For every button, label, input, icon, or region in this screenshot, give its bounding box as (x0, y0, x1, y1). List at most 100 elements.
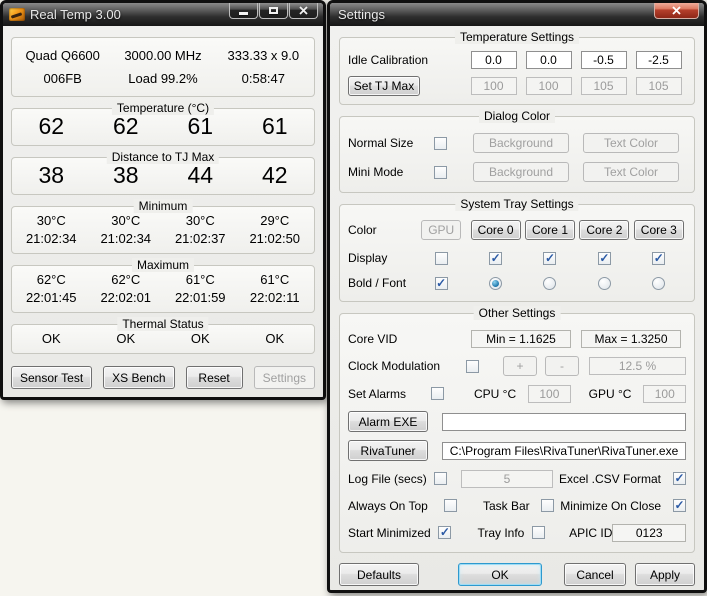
realtemp-app-icon (9, 8, 25, 21)
core2-color-button[interactable]: Core 2 (579, 220, 629, 240)
fsb-multiplier: 333.33 x 9.0 (217, 48, 310, 63)
core0-color-button[interactable]: Core 0 (471, 220, 521, 240)
core3-thermal-status: OK (238, 331, 313, 346)
thermal-status-panel: Thermal Status OK OK OK OK (11, 324, 315, 354)
font-core1-radio[interactable] (543, 277, 556, 290)
normal-size-label: Normal Size (348, 136, 414, 150)
set-alarms-checkbox[interactable] (431, 387, 444, 400)
idle-calibration-core3-input[interactable] (636, 51, 682, 69)
minimize-button[interactable] (229, 2, 258, 19)
rivatuner-button[interactable]: RivaTuner (348, 440, 428, 461)
minimum-panel: Minimum 30°C 30°C 30°C 29°C 21:02:34 21:… (11, 206, 315, 254)
cpu-load: Load 99.2% (109, 71, 216, 86)
core3-color-button[interactable]: Core 3 (634, 220, 684, 240)
dialog-color-group: Dialog Color Normal Size Background Text… (339, 116, 695, 193)
display-core1-checkbox[interactable] (543, 252, 556, 265)
bold-font-label: Bold / Font (348, 276, 414, 290)
maximize-button[interactable] (259, 2, 288, 19)
bold-font-checkbox[interactable] (435, 277, 448, 290)
defaults-button[interactable]: Defaults (339, 563, 419, 586)
always-on-top-checkbox[interactable] (444, 499, 457, 512)
realtemp-window-title: Real Temp 3.00 (30, 7, 121, 22)
minimize-on-close-checkbox[interactable] (673, 499, 686, 512)
realtemp-window-controls (228, 2, 318, 19)
rivatuner-path-input[interactable] (442, 442, 686, 460)
display-core3-checkbox[interactable] (652, 252, 665, 265)
apic-id-value: 0123 (612, 524, 686, 542)
start-minimized-checkbox[interactable] (438, 526, 451, 539)
settings-window-title: Settings (338, 7, 385, 22)
idle-calibration-core0-input[interactable] (471, 51, 517, 69)
display-gpu-checkbox[interactable] (435, 252, 448, 265)
temperature-panel: Temperature (°C) 62 62 61 61 (11, 108, 315, 146)
tj-max-core3-value: 105 (636, 77, 682, 95)
minimize-icon (239, 12, 248, 15)
display-core2-checkbox[interactable] (598, 252, 611, 265)
minimize-on-close-label: Minimize On Close (560, 499, 661, 513)
set-alarms-label: Set Alarms (348, 387, 431, 401)
idle-calibration-label: Idle Calibration (348, 53, 466, 67)
core1-max-temp: 62°C (89, 272, 164, 287)
settings-titlebar[interactable]: Settings (330, 3, 704, 26)
tray-info-checkbox[interactable] (532, 526, 545, 539)
always-on-top-label: Always On Top (348, 499, 444, 513)
temperature-settings-legend: Temperature Settings (455, 30, 579, 44)
core-vid-label: Core VID (348, 332, 466, 346)
core0-thermal-status: OK (14, 331, 89, 346)
temperature-settings-group: Temperature Settings Idle Calibration Se… (339, 37, 695, 105)
core1-color-button[interactable]: Core 1 (525, 220, 575, 240)
normal-background-button: Background (473, 133, 569, 153)
sensor-test-button[interactable]: Sensor Test (11, 366, 92, 389)
csv-format-label: Excel .CSV Format (559, 472, 661, 486)
core0-max-temp: 62°C (14, 272, 89, 287)
ok-button[interactable]: OK (458, 563, 542, 586)
idle-calibration-core2-input[interactable] (581, 51, 627, 69)
core0-temperature: 62 (14, 113, 89, 140)
csv-format-checkbox[interactable] (673, 472, 686, 485)
maximize-icon (269, 7, 278, 14)
maximum-panel: Maximum 62°C 62°C 61°C 61°C 22:01:45 22:… (11, 265, 315, 313)
settings-close-button[interactable] (654, 2, 699, 19)
realtemp-titlebar[interactable]: Real Temp 3.00 (3, 3, 323, 26)
reset-button[interactable]: Reset (186, 366, 243, 389)
font-core3-radio[interactable] (652, 277, 665, 290)
tj-max-core2-value: 105 (581, 77, 627, 95)
mini-background-button: Background (473, 162, 569, 182)
set-tj-max-button[interactable]: Set TJ Max (348, 76, 420, 96)
close-button[interactable] (289, 2, 318, 19)
alarm-exe-button[interactable]: Alarm EXE (348, 411, 428, 432)
idle-calibration-core1-input[interactable] (526, 51, 572, 69)
xs-bench-button[interactable]: XS Bench (103, 366, 174, 389)
core-vid-max-value: Max = 1.3250 (581, 330, 681, 348)
normal-size-checkbox[interactable] (434, 137, 447, 150)
font-core2-radio[interactable] (598, 277, 611, 290)
core-vid-min-value: Min = 1.1625 (471, 330, 571, 348)
core2-min-time: 21:02:37 (163, 231, 238, 246)
core0-min-temp: 30°C (14, 213, 89, 228)
log-file-label: Log File (secs) (348, 472, 434, 486)
core2-thermal-status: OK (163, 331, 238, 346)
apic-id-label: APIC ID (569, 526, 612, 540)
tj-max-core1-value: 100 (526, 77, 572, 95)
mini-mode-checkbox[interactable] (434, 166, 447, 179)
core2-distance: 44 (163, 162, 238, 189)
gpu-color-button: GPU (421, 220, 461, 240)
alarm-exe-path-input[interactable] (442, 413, 686, 431)
temperature-panel-legend: Temperature (°C) (112, 101, 214, 115)
minimum-legend: Minimum (134, 199, 193, 213)
core3-min-temp: 29°C (238, 213, 313, 228)
clock-modulation-label: Clock Modulation (348, 359, 466, 373)
cpu-info-panel: Quad Q6600 3000.00 MHz 333.33 x 9.0 006F… (11, 37, 315, 97)
cpu-alarm-value: 100 (528, 385, 571, 403)
display-core0-checkbox[interactable] (489, 252, 502, 265)
log-file-checkbox[interactable] (434, 472, 447, 485)
apply-button[interactable]: Apply (635, 563, 695, 586)
clock-modulation-checkbox[interactable] (466, 360, 479, 373)
tj-max-core0-value: 100 (471, 77, 517, 95)
core2-min-temp: 30°C (163, 213, 238, 228)
font-core0-radio[interactable] (489, 277, 502, 290)
task-bar-checkbox[interactable] (541, 499, 554, 512)
settings-window-controls (653, 2, 699, 19)
core1-min-time: 21:02:34 (89, 231, 164, 246)
cancel-button[interactable]: Cancel (564, 563, 626, 586)
